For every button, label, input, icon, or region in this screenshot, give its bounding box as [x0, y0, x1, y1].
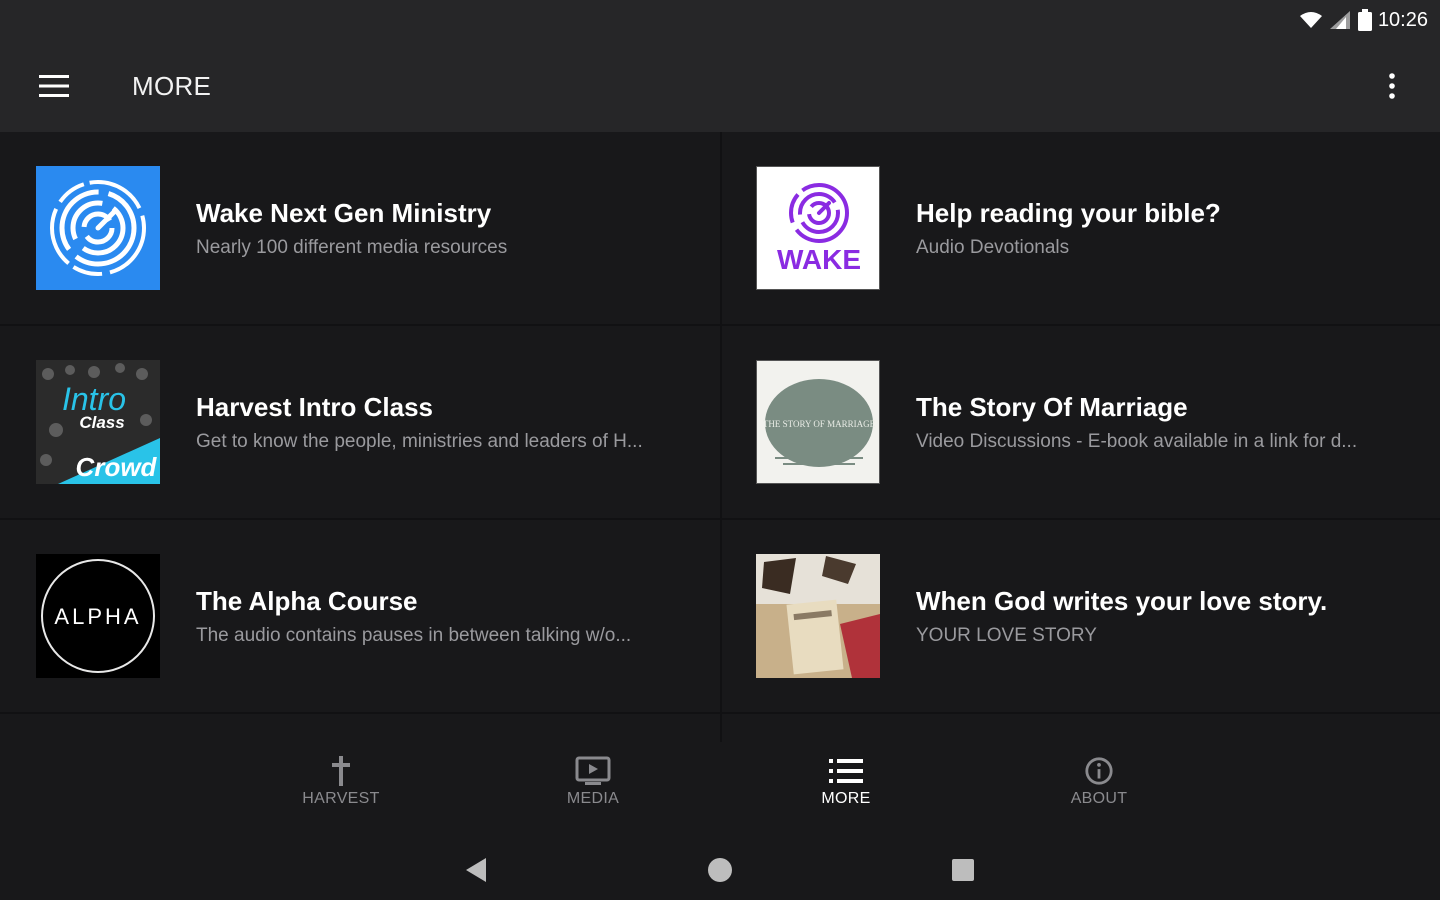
alpha-logo-text: ALPHA: [54, 604, 141, 629]
bottom-navigation: HARVEST MEDIA MORE ABOUT: [0, 742, 1440, 836]
nav-label-more: MORE: [821, 790, 871, 807]
card-subtitle: YOUR LOVE STORY: [916, 624, 1097, 646]
love-story-photo-icon: [756, 554, 880, 678]
nav-label-media: MEDIA: [566, 790, 620, 807]
wake-logo-text: WAKE: [777, 244, 861, 275]
crowd-text: Crowd: [76, 452, 158, 482]
cross-icon: [332, 756, 350, 786]
more-vert-icon: [1389, 73, 1395, 99]
card-subtitle: Get to know the people, ministries and l…: [196, 430, 643, 452]
card-thumbnail: THE STORY OF MARRIAGE: [756, 360, 880, 484]
list-icon: [829, 759, 863, 783]
class-text: Class: [79, 413, 124, 432]
card-title: The Story Of Marriage: [916, 391, 1188, 422]
card-thumbnail: ALPHA: [36, 554, 160, 678]
card-thumbnail: WAKE: [756, 166, 880, 290]
recents-button[interactable]: [943, 850, 983, 890]
recents-square-icon: [952, 859, 974, 881]
nav-item-media[interactable]: MEDIA: [518, 756, 668, 826]
status-icons: [1299, 9, 1372, 31]
card-thumbnail: [36, 166, 160, 290]
wake-logo-icon: [50, 180, 146, 276]
status-bar: 10:26: [0, 0, 1440, 40]
list-item[interactable]: ALPHA The Alpha Course The audio contain…: [0, 520, 720, 714]
menu-button[interactable]: [27, 59, 81, 113]
card-subtitle: Video Discussions - E-book available in …: [916, 430, 1358, 452]
list-item[interactable]: THE STORY OF MARRIAGE The Story Of Marri…: [720, 326, 1440, 520]
card-subtitle: Audio Devotionals: [916, 236, 1070, 258]
card-title: When God writes your love story.: [916, 585, 1328, 616]
status-time: 10:26: [1377, 8, 1428, 31]
nav-item-more[interactable]: MORE: [771, 756, 921, 826]
back-triangle-icon: [466, 858, 486, 882]
card-title: Wake Next Gen Ministry: [196, 197, 492, 228]
nav-label-about: ABOUT: [1070, 790, 1128, 807]
card-title: The Alpha Course: [196, 585, 418, 616]
alpha-logo-icon: ALPHA: [36, 554, 160, 678]
list-item[interactable]: WAKE Help reading your bible? Audio Devo…: [720, 132, 1440, 326]
card-thumbnail: [756, 554, 880, 678]
content-grid: Wake Next Gen Ministry Nearly 100 differ…: [0, 132, 1440, 742]
tv-play-icon: [575, 756, 611, 785]
card-subtitle: Nearly 100 different media resources: [196, 236, 508, 258]
cell-signal-icon: [1329, 11, 1350, 29]
list-item[interactable]: Wake Next Gen Ministry Nearly 100 differ…: [0, 132, 720, 326]
overflow-menu-button[interactable]: [1368, 62, 1416, 110]
story-cover-title: THE STORY OF MARRIAGE: [763, 419, 876, 429]
system-navigation-bar: [0, 836, 1440, 900]
hamburger-menu-icon: [39, 75, 69, 97]
list-item[interactable]: When God writes your love story. YOUR LO…: [720, 520, 1440, 714]
story-of-marriage-cover-icon: THE STORY OF MARRIAGE: [757, 361, 879, 483]
battery-icon: [1357, 9, 1372, 31]
intro-text: Intro: [62, 381, 126, 417]
nav-item-harvest[interactable]: HARVEST: [266, 756, 416, 826]
wifi-icon: [1299, 12, 1322, 28]
home-circle-icon: [708, 858, 732, 882]
back-button[interactable]: [456, 850, 496, 890]
nav-item-about[interactable]: ABOUT: [1024, 756, 1174, 826]
app-bar: MORE: [0, 40, 1440, 132]
card-title: Help reading your bible?: [916, 197, 1221, 228]
wake-purple-logo-icon: WAKE: [777, 183, 861, 275]
home-button[interactable]: [700, 850, 740, 890]
info-icon: [1085, 757, 1113, 785]
nav-label-harvest: HARVEST: [302, 790, 380, 807]
list-item[interactable]: Intro Class Crowd Harvest Intro Class Ge…: [0, 326, 720, 520]
card-thumbnail: Intro Class Crowd: [36, 360, 160, 484]
card-subtitle: The audio contains pauses in between tal…: [196, 624, 632, 646]
card-title: Harvest Intro Class: [196, 391, 433, 422]
intro-class-cover-icon: Intro Class Crowd: [36, 360, 160, 484]
page-title: MORE: [132, 70, 212, 101]
